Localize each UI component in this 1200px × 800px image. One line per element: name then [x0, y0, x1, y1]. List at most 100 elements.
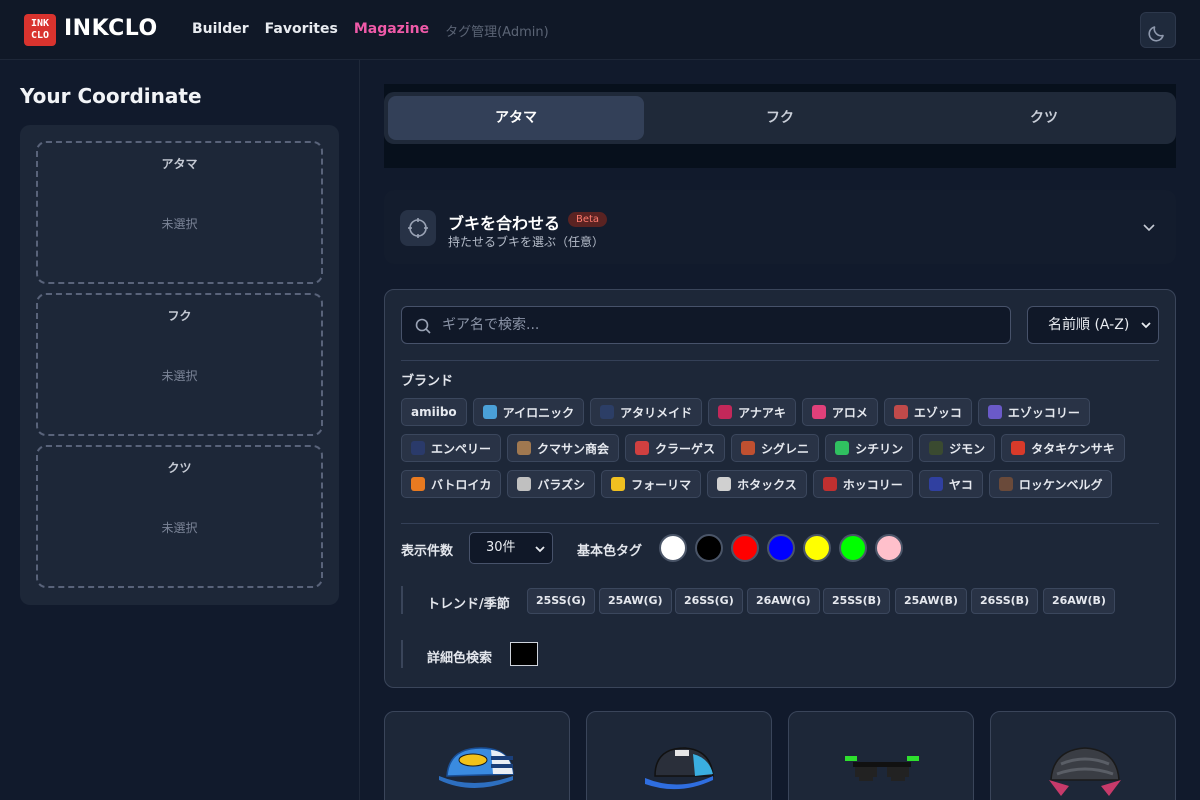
brand-chip[interactable]: エゾッコ — [883, 398, 972, 426]
brand-chip-label: クラーゲス — [655, 441, 716, 456]
tabs-wrapper: アタマ フク クツ — [384, 84, 1176, 168]
moon-icon — [1148, 26, 1164, 42]
brand-logo-icon — [411, 477, 425, 491]
brand-chip-label: ヤコ — [948, 477, 973, 492]
brand-logo-icon — [482, 405, 497, 419]
count-select[interactable]: 30件 — [469, 532, 553, 564]
gear-card[interactable] — [990, 711, 1176, 800]
gear-card[interactable] — [586, 711, 772, 800]
trend-chip[interactable]: 25SS(B) — [823, 588, 891, 614]
brand-logo-icon — [600, 405, 615, 419]
gear-card[interactable] — [384, 711, 570, 800]
main-nav: Builder Favorites Magazine タグ管理(Admin) — [192, 21, 565, 40]
brand-chip[interactable]: ジモン — [919, 434, 996, 462]
brand-chip[interactable]: アイロニック — [472, 398, 585, 426]
slot-head[interactable]: アタマ 未選択 — [36, 141, 323, 284]
tab-clothing[interactable]: フク — [652, 96, 908, 140]
theme-toggle-button[interactable] — [1140, 12, 1176, 48]
brand-chip-label: フォーリマ — [631, 477, 692, 492]
brand-chip[interactable]: エンペリー — [401, 434, 502, 462]
trend-label: トレンド/季節 — [427, 597, 510, 612]
brand-chip-label: シグレニ — [761, 441, 810, 456]
nav-builder[interactable]: Builder — [192, 21, 249, 40]
brand-chip[interactable]: バラズシ — [507, 470, 596, 498]
brand-chip[interactable]: タタキケンサキ — [1001, 434, 1125, 462]
brand-logo-icon — [718, 405, 733, 419]
brand-logo-icon — [1011, 441, 1026, 455]
brand-logo-icon — [611, 477, 626, 491]
nav-tag-admin[interactable]: タグ管理(Admin) — [445, 21, 549, 40]
detail-color-picker[interactable] — [510, 642, 538, 666]
brand-chip[interactable]: ヤコ — [918, 470, 983, 498]
brand-logo-icon — [741, 441, 756, 455]
sort-select[interactable]: 名前順 (A-Z) — [1027, 306, 1159, 344]
trend-chip[interactable]: 26AW(G) — [747, 588, 820, 614]
tab-head[interactable]: アタマ — [388, 96, 644, 140]
chevron-down-icon[interactable] — [1142, 220, 1156, 234]
color-swatch[interactable] — [695, 534, 723, 562]
inkclo-logo-icon[interactable]: INK CLO — [24, 14, 56, 46]
trend-chip[interactable]: 26SS(B) — [971, 588, 1039, 614]
nav-favorites[interactable]: Favorites — [265, 21, 338, 40]
brand-chip-label: ジモン — [949, 441, 986, 456]
gear-card[interactable] — [788, 711, 974, 800]
gear-tabs: アタマ フク クツ — [384, 92, 1176, 144]
brand-chip-label: クマサン商会 — [537, 441, 610, 456]
brand-chip-label: ホッコリー — [842, 477, 903, 492]
brand-chip[interactable]: フォーリマ — [601, 470, 702, 498]
color-swatch[interactable] — [875, 534, 903, 562]
bike-helmet-icon — [1049, 747, 1121, 796]
trend-chip[interactable]: 25AW(B) — [895, 588, 967, 614]
brand-chip-label: アタリメイド — [620, 405, 693, 420]
brand-chip-label: アイロニック — [502, 405, 575, 420]
brand-logo-icon — [987, 405, 1002, 419]
brand-chip[interactable]: アタリメイド — [590, 398, 703, 426]
weapon-subtitle: 持たせるブキを選ぶ（任意） — [448, 235, 605, 249]
weapon-title: ブキを合わせる — [448, 214, 561, 233]
brand-chip[interactable]: シグレニ — [731, 434, 820, 462]
slot-status: 未選択 — [161, 369, 198, 383]
color-swatch[interactable] — [803, 534, 831, 562]
brand-chip-label: エゾッコリー — [1007, 405, 1080, 420]
nav-magazine[interactable]: Magazine — [354, 21, 429, 40]
color-swatch[interactable] — [839, 534, 867, 562]
brand-logo-icon — [929, 441, 944, 455]
chevron-down-icon — [535, 546, 545, 553]
brand-chip-label: ロッケンベルグ — [1018, 477, 1103, 492]
trend-chip[interactable]: 26SS(G) — [675, 588, 743, 614]
brand-chip[interactable]: amiibo — [401, 398, 467, 426]
tab-shoes[interactable]: クツ — [916, 96, 1172, 140]
brand-chip[interactable]: ホッコリー — [812, 470, 913, 498]
brand-chip[interactable]: クラーゲス — [625, 434, 726, 462]
brand-chip[interactable]: ホタックス — [707, 470, 807, 498]
trend-chip[interactable]: 26AW(B) — [1043, 588, 1115, 614]
gear-search-input[interactable] — [442, 307, 1002, 343]
color-swatch[interactable] — [659, 534, 687, 562]
slot-shoes[interactable]: クツ 未選択 — [36, 445, 323, 588]
brand-chip-label: シチリン — [855, 441, 904, 456]
trend-chip[interactable]: 25AW(G) — [599, 588, 672, 614]
color-swatch[interactable] — [731, 534, 759, 562]
brand-chip[interactable]: アロメ — [801, 398, 878, 426]
brand-chip[interactable]: クマサン商会 — [507, 434, 620, 462]
brand-row: バトロイカ バラズシ フォーリマ ホタックス ホッコリー ヤコ ロッケンベルグ — [401, 470, 1118, 498]
color-swatch[interactable] — [767, 534, 795, 562]
brand-chip[interactable]: シチリン — [825, 434, 914, 462]
brand-chip[interactable]: アナアキ — [708, 398, 796, 426]
brand-chip[interactable]: バトロイカ — [401, 470, 502, 498]
brand-logo-icon — [517, 441, 532, 455]
brand-chip[interactable]: ロッケンベルグ — [988, 470, 1113, 498]
slot-clothing[interactable]: フク 未選択 — [36, 293, 323, 436]
brand-chip-label: amiibo — [411, 405, 457, 419]
detail-color-label: 詳細色検索 — [427, 651, 493, 666]
coordinate-panel: アタマ 未選択 フク 未選択 クツ 未選択 — [20, 125, 339, 605]
divider — [401, 360, 1159, 361]
count-value: 30件 — [486, 540, 516, 555]
brand-name[interactable]: INKCLO — [64, 16, 158, 41]
brand-chip[interactable]: エゾッコリー — [977, 398, 1090, 426]
weapon-picker[interactable]: ブキを合わせる Beta 持たせるブキを選ぶ（任意） — [384, 190, 1176, 264]
brand-chip-label: アロメ — [831, 405, 868, 420]
brand-label: ブランド — [401, 374, 454, 389]
trend-chip[interactable]: 25SS(G) — [527, 588, 595, 614]
logo-line-2: CLO — [30, 30, 50, 41]
